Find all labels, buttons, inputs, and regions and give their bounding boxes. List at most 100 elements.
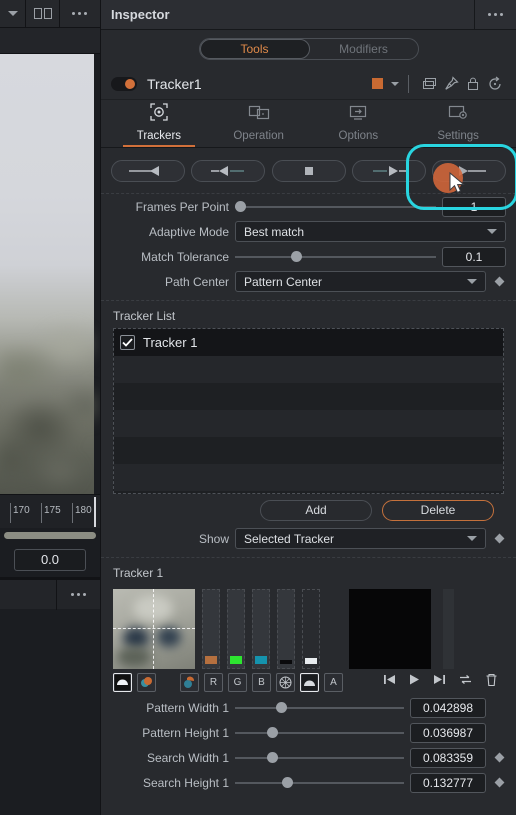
- table-row: [114, 464, 503, 491]
- show-label: Show: [198, 531, 229, 546]
- tab-operation[interactable]: Operation: [209, 101, 309, 147]
- skip-end-icon[interactable]: [433, 673, 446, 691]
- gradient-icon[interactable]: [300, 672, 319, 692]
- tab-options[interactable]: Options: [309, 101, 409, 147]
- viewer-bottom-bar: [0, 579, 100, 610]
- path-center-value: Pattern Center: [244, 274, 323, 289]
- match-tolerance-value[interactable]: 0.1: [442, 246, 506, 267]
- channel-slider-red[interactable]: [202, 589, 220, 669]
- viewer-subbar: [0, 28, 100, 54]
- reset-icon[interactable]: [484, 73, 506, 95]
- channel-b-button[interactable]: B: [252, 672, 271, 692]
- channel-slider-alpha[interactable]: [277, 589, 295, 669]
- search-height-value[interactable]: 0.132777: [410, 772, 486, 793]
- pattern-width-value[interactable]: 0.042898: [410, 697, 486, 718]
- channel-slider-luma[interactable]: [302, 589, 320, 669]
- tools-modifiers-segmented[interactable]: Tools Modifiers: [198, 38, 419, 60]
- time-field-container: 0.0: [0, 542, 100, 578]
- search-width-label: Search Width 1: [146, 750, 229, 765]
- node-color-swatch[interactable]: [372, 78, 383, 89]
- scrub-bar[interactable]: [4, 531, 96, 539]
- channel-g-button[interactable]: G: [228, 672, 247, 692]
- track-forward-step-button[interactable]: [351, 159, 426, 182]
- table-row: [114, 383, 503, 410]
- duplicate-icon[interactable]: [418, 73, 440, 95]
- ruler-tick-label: 170: [13, 505, 30, 516]
- channel-a-button[interactable]: A: [324, 672, 343, 692]
- node-name-label[interactable]: Tracker1: [147, 76, 372, 92]
- palette-icon[interactable]: [180, 672, 199, 692]
- frames-per-point-label: Frames Per Point: [135, 199, 229, 214]
- match-preview-bar[interactable]: [443, 589, 454, 669]
- chevron-down-icon[interactable]: [391, 81, 399, 86]
- split-view-icon: [33, 8, 52, 19]
- skip-start-icon[interactable]: [383, 673, 396, 691]
- pattern-preview[interactable]: [113, 589, 195, 669]
- search-width-slider[interactable]: [235, 751, 404, 765]
- loop-icon[interactable]: [458, 673, 473, 691]
- ruler-tick-label: 180: [75, 505, 92, 516]
- search-width-keyframe-button[interactable]: [492, 752, 506, 763]
- pattern-height-label: Pattern Height 1: [142, 725, 229, 740]
- tracker-list-label: Tracker List: [113, 309, 176, 323]
- viewer-image[interactable]: [0, 54, 100, 494]
- pattern-height-value[interactable]: 0.036987: [410, 722, 486, 743]
- match-preview[interactable]: [349, 589, 431, 669]
- timeline-ruler[interactable]: 170 175 180: [0, 494, 100, 528]
- track-reverse-step-button[interactable]: [191, 159, 266, 182]
- tab-modifiers[interactable]: Modifiers: [310, 39, 418, 59]
- adaptive-mode-value: Best match: [244, 224, 305, 239]
- path-center-select[interactable]: Pattern Center: [235, 271, 486, 292]
- match-tolerance-slider[interactable]: [235, 250, 436, 264]
- current-time-field[interactable]: 0.0: [14, 548, 86, 571]
- ruler-ticks: 170 175 180: [0, 503, 100, 528]
- adaptive-mode-select[interactable]: Best match: [235, 221, 506, 242]
- tracker-list[interactable]: Tracker 1: [113, 328, 504, 494]
- list-item[interactable]: Tracker 1: [114, 329, 503, 356]
- frames-per-point-value[interactable]: 1: [442, 196, 506, 217]
- playhead[interactable]: [94, 497, 96, 527]
- scrub-bar-container: [0, 528, 100, 542]
- stop-tracking-button[interactable]: [271, 159, 346, 182]
- path-center-label: Path Center: [164, 274, 229, 289]
- delete-button[interactable]: Delete: [382, 499, 494, 521]
- search-height-slider[interactable]: [235, 776, 404, 790]
- search-width-value[interactable]: 0.083359: [410, 747, 486, 768]
- tab-settings[interactable]: Settings: [408, 101, 508, 147]
- frames-per-point-slider[interactable]: [235, 200, 436, 214]
- show-select[interactable]: Selected Tracker: [235, 528, 486, 549]
- viewer-options-button[interactable]: [60, 0, 98, 28]
- pin-icon[interactable]: [440, 73, 462, 95]
- split-view-button[interactable]: [26, 0, 60, 28]
- track-reverse-to-start-button[interactable]: [111, 159, 185, 182]
- pattern-width-row: Pattern Width 1 0.042898: [101, 695, 516, 720]
- path-center-keyframe-button[interactable]: [492, 276, 506, 287]
- lock-icon[interactable]: [462, 73, 484, 95]
- inspector-more-button[interactable]: [474, 0, 516, 29]
- inspector-titlebar: Inspector: [101, 0, 516, 30]
- pattern-width-slider[interactable]: [235, 701, 404, 715]
- viewer-bottom-more-button[interactable]: [56, 579, 100, 610]
- add-button[interactable]: Add: [260, 499, 372, 521]
- ellipsis-icon: [488, 13, 503, 16]
- application-window: 170 175 180 0.0 Inspector Tools Modifier…: [0, 0, 516, 815]
- ruler-tick-label: 175: [44, 505, 61, 516]
- channel-slider-green[interactable]: [227, 589, 245, 669]
- tab-trackers[interactable]: Trackers: [109, 101, 209, 147]
- pattern-height-slider[interactable]: [235, 726, 404, 740]
- color-preview-icon[interactable]: [137, 672, 156, 692]
- match-tolerance-label: Match Tolerance: [141, 249, 229, 264]
- tracker-enabled-checkbox[interactable]: [120, 335, 135, 350]
- tools-modifiers-row: Tools Modifiers: [101, 30, 516, 68]
- checker-icon[interactable]: [276, 672, 295, 692]
- viewer-dropdown-button[interactable]: [0, 0, 26, 28]
- channel-r-button[interactable]: R: [204, 672, 223, 692]
- show-keyframe-button[interactable]: [492, 533, 506, 544]
- node-enable-toggle[interactable]: [111, 76, 137, 91]
- channel-slider-blue[interactable]: [252, 589, 270, 669]
- play-icon[interactable]: [408, 673, 421, 691]
- pattern-preview-icon[interactable]: [113, 672, 132, 692]
- tab-tools[interactable]: Tools: [199, 39, 310, 59]
- search-height-keyframe-button[interactable]: [492, 777, 506, 788]
- trash-icon[interactable]: [485, 673, 498, 692]
